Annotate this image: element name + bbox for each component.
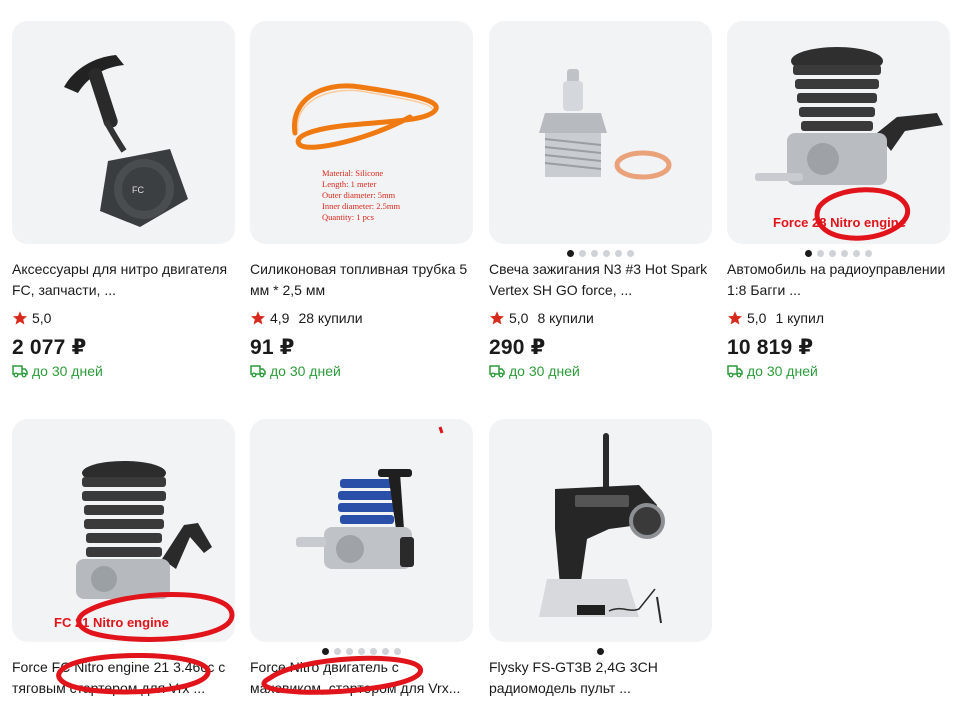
product-image[interactable]: FC 21 Nitro engine [12,419,235,642]
svg-text:FC: FC [132,185,144,195]
bought-count: 1 купил [775,310,824,326]
delivery-info: до 30 дней [250,362,341,380]
delivery-info: до 30 дней [489,362,580,380]
truck-icon [489,365,505,378]
tube-quantity-text: Quantity: 1 pcs [322,212,374,222]
glow-plug-icon [489,21,712,244]
product-grid: FC Аксессуары для нитро двигателя FC, за… [0,0,959,704]
carousel-dot[interactable] [346,648,353,655]
carousel-dot[interactable] [603,250,610,257]
product-image[interactable] [489,21,712,244]
rating-row: 5,0 8 купили [489,308,594,328]
delivery-info: до 30 дней [12,362,103,380]
rating-row: 4,9 28 купили [250,308,363,328]
carousel-dot[interactable] [615,250,622,257]
image-carousel-dots[interactable] [250,648,473,655]
product-title[interactable]: Аксессуары для нитро двигателя FC, запча… [12,259,235,301]
image-carousel-dots[interactable] [489,648,712,655]
tube-material-text: Material: Silicone [322,168,383,178]
delivery-text: до 30 дней [270,363,341,379]
carousel-dot[interactable] [334,648,341,655]
delivery-info: до 30 дней [727,362,818,380]
carousel-dot[interactable] [597,648,604,655]
delivery-text: до 30 дней [509,363,580,379]
carousel-dot[interactable] [322,648,329,655]
radio-transmitter-icon [489,419,712,642]
product-price: 10 819 ₽ [727,336,814,359]
product-title[interactable]: Автомобиль на радиоуправлении 1:8 Багги … [727,259,950,301]
product-title[interactable]: Свеча зажигания N3 #3 Hot Spark Vertex S… [489,259,712,301]
star-icon [490,311,504,325]
image-carousel-dots[interactable] [727,250,950,257]
carousel-dot[interactable] [394,648,401,655]
image-caption: Force 28 Nitro engine [773,215,906,230]
product-price: 290 ₽ [489,336,546,359]
rating-row: 5,0 [12,308,51,328]
carousel-dot[interactable] [579,250,586,257]
rating-value: 5,0 [32,310,52,326]
rating-value: 5,0 [509,310,529,326]
bought-count: 8 купили [537,310,594,326]
carousel-dot[interactable] [358,648,365,655]
product-image[interactable] [489,419,712,642]
carousel-dot[interactable] [382,648,389,655]
star-icon [13,311,27,325]
image-carousel-dots[interactable] [489,250,712,257]
carousel-dot[interactable] [627,250,634,257]
product-price: 91 ₽ [250,336,295,359]
star-icon [251,311,265,325]
blue-nitro-engine-icon [250,419,473,642]
delivery-text: до 30 дней [747,363,818,379]
nitro-engine-icon: Force 28 Nitro engine [727,21,950,244]
carousel-dot[interactable] [841,250,848,257]
truck-icon [250,365,266,378]
product-title[interactable]: Flysky FS-GT3B 2,4G 3CH радиомодель пуль… [489,657,712,699]
product-image[interactable]: FC [12,21,235,244]
truck-icon [12,365,28,378]
carousel-dot[interactable] [829,250,836,257]
product-title[interactable]: Force Nitro двигатель с маховиком, старт… [250,657,473,699]
carousel-dot[interactable] [865,250,872,257]
star-icon [728,311,742,325]
rating-row: 5,0 1 купил [727,308,824,328]
carousel-dot[interactable] [370,648,377,655]
product-title[interactable]: Силиконовая топливная трубка 5 мм * 2,5 … [250,259,473,301]
tube-length-text: Length: 1 meter [322,179,376,189]
product-image[interactable]: Force 28 Nitro engine [727,21,950,244]
delivery-text: до 30 дней [32,363,103,379]
rating-value: 4,9 [270,310,290,326]
nitro-engine-icon: FC 21 Nitro engine [12,419,235,642]
image-caption: FC 21 Nitro engine [54,615,169,630]
carousel-dot[interactable] [567,250,574,257]
fuel-tube-icon: Material: Silicone Length: 1 meter Outer… [250,21,473,244]
product-image[interactable] [250,419,473,642]
carousel-dot[interactable] [805,250,812,257]
product-title[interactable]: Force FC Nitro engine 21 3.46cc с тяговы… [12,657,235,699]
carousel-dot[interactable] [853,250,860,257]
rating-value: 5,0 [747,310,767,326]
truck-icon [727,365,743,378]
carousel-dot[interactable] [591,250,598,257]
bought-count: 28 купили [298,310,363,326]
pull-starter-icon: FC [12,21,235,244]
product-price: 2 077 ₽ [12,336,87,359]
carousel-dot[interactable] [817,250,824,257]
tube-inner-text: Inner diameter: 2.5mm [322,201,401,211]
tube-outer-text: Outer diameter: 5mm [322,190,396,200]
product-image[interactable]: Material: Silicone Length: 1 meter Outer… [250,21,473,244]
